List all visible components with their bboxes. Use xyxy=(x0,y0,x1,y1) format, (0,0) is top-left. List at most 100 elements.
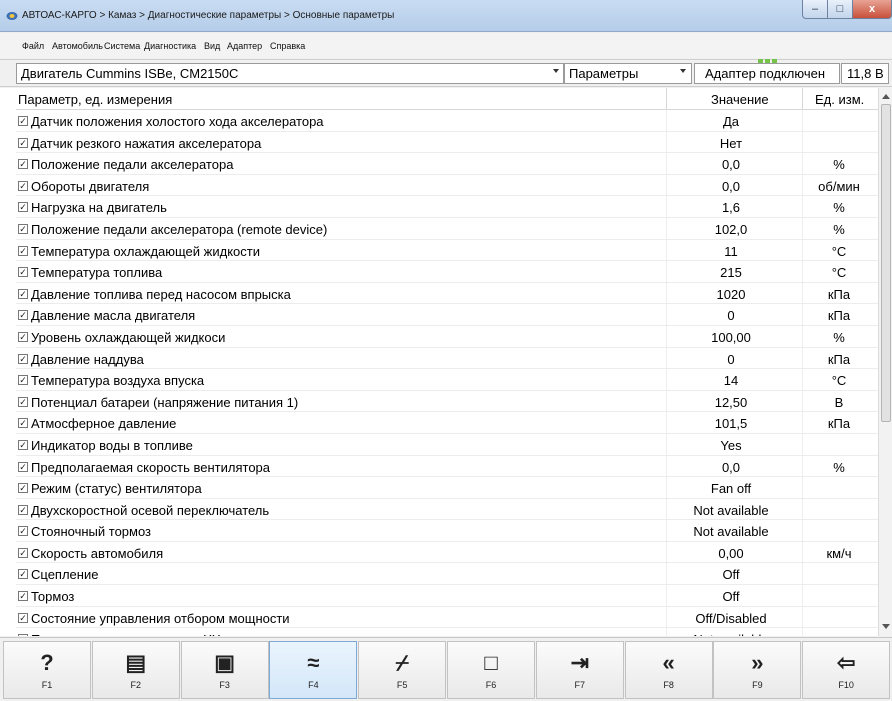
row-checkbox[interactable]: ✓ xyxy=(18,634,28,636)
table-row[interactable]: ✓ Предполагаемая скорость вентилятора 0,0% xyxy=(16,456,878,478)
table-row[interactable]: ✓ Тормоз Off xyxy=(16,585,878,607)
menu-help[interactable]: Справка xyxy=(270,41,305,51)
table-row[interactable]: ✓ Уровень охлаждающей жидкоси 100,00% xyxy=(16,326,878,348)
row-checkbox[interactable]: ✓ xyxy=(18,461,28,472)
row-checkbox[interactable]: ✓ xyxy=(18,223,28,234)
f2-button[interactable]: ▤ F2 xyxy=(91,641,180,699)
parameter-value: Off xyxy=(722,567,740,583)
table-row[interactable]: ✓ Давление масла двигателя 0 кПа xyxy=(16,304,878,326)
fkey-label: F1 xyxy=(41,680,53,690)
adapter-status-label: Адаптер подключен xyxy=(705,66,826,81)
menu-system[interactable]: Система xyxy=(104,41,140,51)
close-button[interactable]: x xyxy=(852,0,892,19)
table-row[interactable]: ✓ Положение педали акселератора (remote d… xyxy=(16,218,878,240)
menu-vehicle[interactable]: Автомобиль xyxy=(52,41,103,51)
row-checkbox[interactable]: ✓ xyxy=(18,591,28,602)
table-row[interactable]: ✓ Обороты двигателя 0,0 об/мин xyxy=(16,175,878,197)
table-row[interactable]: ✓ Состояние управления отбором мощности Of… xyxy=(16,607,878,629)
table-row[interactable]: ✓ Двухскоростной осевой переключатель Not … xyxy=(16,499,878,521)
table-row[interactable]: ✓ Давление топлива перед насосом впрыска 1… xyxy=(16,283,878,305)
mode-select[interactable]: Параметры xyxy=(564,63,692,84)
row-checkbox[interactable]: ✓ xyxy=(18,483,28,494)
table-row[interactable]: ✓ Потенциал батареи (напряжение питания 1… xyxy=(16,391,878,413)
parameter-unit: % xyxy=(833,459,845,475)
table-row[interactable]: ✓ Сцепление Off xyxy=(16,563,878,586)
table-row[interactable]: ✓ Скорость автомобиля 0,00 км/ч xyxy=(16,542,878,564)
table-row[interactable]: ✓ Атмосферное давление 101,5 кПа xyxy=(16,412,878,434)
row-checkbox[interactable]: ✓ xyxy=(18,137,28,148)
table-row[interactable]: ✓ Температура охлаждающей жидкости 11 °C xyxy=(16,240,878,262)
parameter-name: Стояночный тормоз xyxy=(31,524,152,540)
parameter-value: 215 xyxy=(720,265,742,281)
f1-button[interactable]: ? F1 xyxy=(3,641,91,699)
column-value-header[interactable]: Значение xyxy=(711,92,769,107)
column-unit-header[interactable]: Ед. изм. xyxy=(815,92,864,107)
parameter-unit: °C xyxy=(831,373,847,389)
table-row[interactable]: ✓ Температура топлива 215 °C xyxy=(16,261,878,283)
row-checkbox[interactable]: ✓ xyxy=(18,159,28,170)
table-row[interactable]: ✓Переключатель увеличения XX Not availabl… xyxy=(16,628,878,636)
scroll-down-icon[interactable] xyxy=(882,624,890,629)
column-name-header[interactable]: Параметр, ед. измерения xyxy=(18,92,172,107)
menu-adapter[interactable]: Адаптер xyxy=(227,41,262,51)
table-header: Параметр, ед. измерения Значение Ед. изм… xyxy=(16,88,878,110)
menu-diagnostics[interactable]: Диагностика xyxy=(144,41,196,51)
minimize-button[interactable]: – xyxy=(802,0,828,19)
parameter-value: Off/Disabled xyxy=(695,610,767,626)
vertical-scrollbar[interactable] xyxy=(878,88,892,636)
row-checkbox[interactable]: ✓ xyxy=(18,569,28,580)
row-checkbox[interactable]: ✓ xyxy=(18,245,28,256)
row-checkbox[interactable]: ✓ xyxy=(18,116,28,126)
f9-button[interactable]: » F9 xyxy=(713,641,802,699)
table-row[interactable]: ✓ Положение педали акселератора 0,0% xyxy=(16,153,878,175)
table-row[interactable]: ✓ Температура воздуха впуска 14 °C xyxy=(16,369,878,391)
f5-button[interactable]: ⌿ F5 xyxy=(358,641,447,699)
f4-button[interactable]: ≈ F4 xyxy=(269,641,358,699)
row-checkbox[interactable]: ✓ xyxy=(18,396,28,407)
row-checkbox[interactable]: ✓ xyxy=(18,526,28,537)
parameter-value: 11 xyxy=(724,243,738,259)
row-checkbox[interactable]: ✓ xyxy=(18,202,28,213)
row-checkbox[interactable]: ✓ xyxy=(18,288,28,299)
table-row[interactable]: ✓ Давление наддува 0 кПа xyxy=(16,348,878,370)
menu-view[interactable]: Вид xyxy=(204,41,220,51)
table-row[interactable]: ✓ Режим (статус) вентилятора Fan off xyxy=(16,477,878,499)
engine-select[interactable]: Двигатель Cummins ISBe, CM2150C xyxy=(16,63,564,84)
row-checkbox[interactable]: ✓ xyxy=(18,547,28,558)
f8-button[interactable]: « F8 xyxy=(624,641,713,699)
row-checkbox[interactable]: ✓ xyxy=(18,375,28,386)
scroll-thumb[interactable] xyxy=(881,104,891,422)
engine-dropdown-icon[interactable] xyxy=(553,69,559,73)
connection-signal-icon xyxy=(758,59,780,64)
title-bar: АВТОАС-КАРГО > Камаз > Диагностические п… xyxy=(0,0,892,32)
row-checkbox[interactable]: ✓ xyxy=(18,267,28,278)
f3-button[interactable]: ▣ F3 xyxy=(180,641,269,699)
table-row[interactable]: ✓ Датчик резкого нажатия акселератора Нет xyxy=(16,132,878,154)
row-checkbox[interactable]: ✓ xyxy=(18,439,28,450)
mode-dropdown-icon[interactable] xyxy=(680,69,686,73)
table-row[interactable]: ✓ Нагрузка на двигатель 1,6% xyxy=(16,196,878,218)
row-checkbox[interactable]: ✓ xyxy=(18,353,28,364)
parameter-name: Потенциал батареи (напряжение питания 1) xyxy=(31,394,299,410)
table-row[interactable]: ✓ Индикатор воды в топливе Yes xyxy=(16,434,878,456)
parameter-value: 101,5 xyxy=(714,416,748,432)
f7-button[interactable]: ⇥ F7 xyxy=(535,641,624,699)
f10-button[interactable]: ⇦ F10 xyxy=(802,641,891,699)
f6-button[interactable]: □ F6 xyxy=(447,641,535,699)
parameter-unit: кПа xyxy=(827,308,851,324)
parameter-value: 100,00 xyxy=(711,329,751,345)
maximize-button[interactable]: □ xyxy=(827,0,853,19)
row-checkbox[interactable]: ✓ xyxy=(18,418,28,429)
parameter-value: 1020 xyxy=(716,286,746,302)
table-row[interactable]: ✓ Датчик положения холостого хода акселер… xyxy=(16,110,878,132)
menu-file[interactable]: Файл xyxy=(22,41,44,51)
table-row[interactable]: ✓ Стояночный тормоз Not available xyxy=(16,520,878,542)
fkey-label: F7 xyxy=(574,680,586,690)
row-checkbox[interactable]: ✓ xyxy=(18,331,28,342)
row-checkbox[interactable]: ✓ xyxy=(18,180,28,191)
fkey-label: F9 xyxy=(752,680,763,690)
row-checkbox[interactable]: ✓ xyxy=(18,504,28,515)
scroll-up-icon[interactable] xyxy=(882,94,890,99)
row-checkbox[interactable]: ✓ xyxy=(18,612,28,623)
row-checkbox[interactable]: ✓ xyxy=(18,310,28,321)
